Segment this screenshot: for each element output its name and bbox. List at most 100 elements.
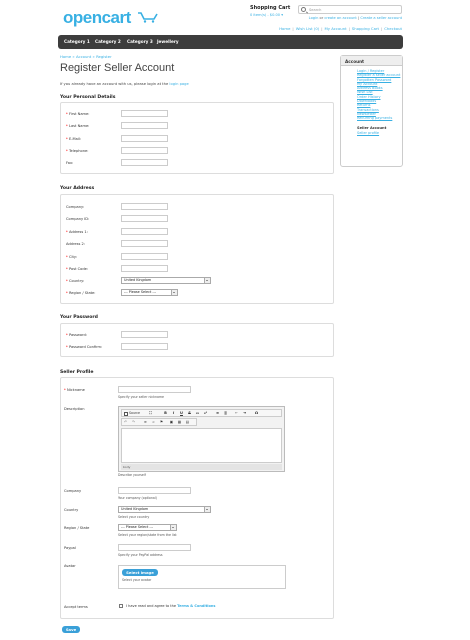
numbered-list-icon[interactable]: ≡ [215, 411, 220, 416]
seller-profile-heading: Seller Profile [60, 370, 94, 375]
subscript-icon[interactable]: x₂ [195, 411, 200, 416]
maximize-icon[interactable]: ⛶ [148, 411, 153, 416]
strike-button[interactable]: S [187, 411, 192, 416]
login-link[interactable]: Login [309, 16, 319, 20]
select-image-button[interactable]: Select image [122, 569, 158, 576]
search-input[interactable]: Search [298, 5, 402, 14]
personal-details-heading: Your Personal Details [60, 95, 116, 100]
accept-terms-checkbox[interactable] [119, 604, 123, 608]
terms-link[interactable]: Terms & Conditions [177, 604, 215, 608]
fax-label: Fax: [66, 161, 74, 165]
breadcrumb-register[interactable]: Register [96, 54, 112, 59]
intro-text: If you already have an account with us, … [60, 82, 189, 86]
avatar-label: Avatar [64, 564, 76, 568]
seller-region-hint: Select your region/state from the list [118, 533, 177, 537]
link-icon[interactable]: ∞ [143, 420, 148, 425]
paypal-hint: Specify your PayPal address [118, 553, 163, 557]
sidebar-title: Account [341, 56, 402, 66]
sidebar-item-seller-profile[interactable]: Seller profile [357, 131, 402, 135]
seller-links: Seller profile [341, 130, 402, 135]
country-select[interactable]: United Kingdom [121, 277, 211, 284]
chevron-down-icon [204, 507, 210, 512]
sidebar-item-register-seller[interactable]: Register a seller account [357, 73, 402, 77]
nickname-label: * Nickname [64, 388, 85, 392]
anchor-flag-icon[interactable]: ⚑ [159, 420, 164, 425]
post-code-field[interactable] [121, 265, 168, 272]
redo-icon[interactable]: ↷ [131, 420, 136, 425]
top-link-wishlist[interactable]: Wish List (0) [296, 26, 320, 31]
menu-category-3[interactable]: Category 3 [127, 39, 153, 44]
top-link-home[interactable]: Home [279, 26, 290, 31]
country-label: * Country: [66, 279, 85, 283]
table-icon[interactable]: ▦ [177, 420, 182, 425]
region-select[interactable]: --- Please Select --- [121, 289, 178, 296]
top-link-account[interactable]: My Account [325, 26, 347, 31]
underline-button[interactable]: U [179, 411, 184, 416]
address-2-label: Address 2: [66, 242, 85, 246]
bullet-list-icon[interactable]: ≣ [223, 411, 228, 416]
category-menu: Category 1 Category 2 Category 3 Jewelle… [58, 35, 403, 49]
description-text-area[interactable] [121, 428, 282, 463]
horizontal-rule-icon[interactable]: ▤ [185, 420, 190, 425]
telephone-field[interactable] [121, 147, 168, 154]
address-2-field[interactable] [121, 240, 168, 247]
company-field[interactable] [121, 203, 168, 210]
description-editor[interactable]: Source ⛶ B I U S x₂ x² ≡ ≣ ⇤ ⇥ Ω ↶ ↷ ∞ ⌀… [118, 406, 285, 472]
seller-company-field[interactable] [118, 487, 191, 494]
chevron-down-icon [170, 525, 176, 530]
address-1-field[interactable] [121, 228, 168, 235]
password-label: * Password: [66, 333, 87, 337]
seller-country-label: Country [64, 508, 79, 512]
chevron-down-icon [204, 278, 210, 283]
menu-category-2[interactable]: Category 2 [95, 39, 121, 44]
password-box: * Password: * Password Confirm: [60, 323, 334, 357]
description-hint: Describe yourself [118, 473, 146, 477]
store-logo[interactable]: opencart [63, 8, 131, 28]
create-account-link[interactable]: create an account [324, 16, 357, 20]
menu-jewellery[interactable]: Jewellery [157, 39, 179, 44]
password-field[interactable] [121, 331, 168, 338]
seller-country-select[interactable]: United Kingdom [118, 506, 211, 513]
last-name-label: * Last Name: [66, 124, 90, 128]
email-field[interactable] [121, 135, 168, 142]
top-link-cart[interactable]: Shopping Cart [352, 26, 379, 31]
menu-category-1[interactable]: Category 1 [64, 39, 90, 44]
create-seller-link[interactable]: Create a seller account [360, 16, 402, 20]
indent-icon[interactable]: ⇥ [242, 411, 247, 416]
save-button[interactable]: Save [62, 626, 80, 633]
fax-field[interactable] [121, 159, 168, 166]
post-code-label: * Post Code: [66, 267, 89, 271]
undo-icon[interactable]: ↶ [123, 420, 128, 425]
seller-region-select[interactable]: --- Please Select --- [118, 524, 177, 531]
last-name-field[interactable] [121, 122, 168, 129]
terms-text: I have read and agree to the Terms & Con… [126, 604, 216, 608]
superscript-icon[interactable]: x² [203, 411, 208, 416]
password-confirm-field[interactable] [121, 343, 168, 350]
unlink-icon[interactable]: ⌀ [151, 420, 156, 425]
search-icon[interactable] [301, 7, 306, 12]
source-button[interactable]: Source [123, 411, 145, 416]
company-label: Company: [66, 205, 85, 209]
top-link-checkout[interactable]: Checkout [384, 26, 402, 31]
password-heading: Your Password [60, 315, 98, 320]
login-page-link[interactable]: login page [169, 82, 188, 86]
first-name-field[interactable] [121, 110, 168, 117]
paypal-label: Paypal [64, 546, 76, 550]
nickname-field[interactable] [118, 386, 191, 393]
paypal-field[interactable] [118, 544, 191, 551]
account-sidebar: Account Login / Register Register a sell… [340, 55, 403, 167]
breadcrumb-home[interactable]: Home [60, 54, 71, 59]
address-heading: Your Address [60, 186, 95, 191]
breadcrumb-account[interactable]: Account [76, 54, 91, 59]
outdent-icon[interactable]: ⇤ [234, 411, 239, 416]
company-id-field[interactable] [121, 215, 168, 222]
bold-button[interactable]: B [163, 411, 168, 416]
italic-button[interactable]: I [171, 411, 176, 416]
image-icon[interactable]: ▣ [169, 420, 174, 425]
source-icon [124, 411, 128, 416]
seller-profile-box: * Nickname Specify your seller nickname … [60, 377, 334, 619]
welcome-text: Login or create an account | Create a se… [308, 16, 402, 20]
special-char-icon[interactable]: Ω [254, 411, 259, 416]
chevron-down-icon [171, 290, 177, 295]
city-field[interactable] [121, 253, 168, 260]
